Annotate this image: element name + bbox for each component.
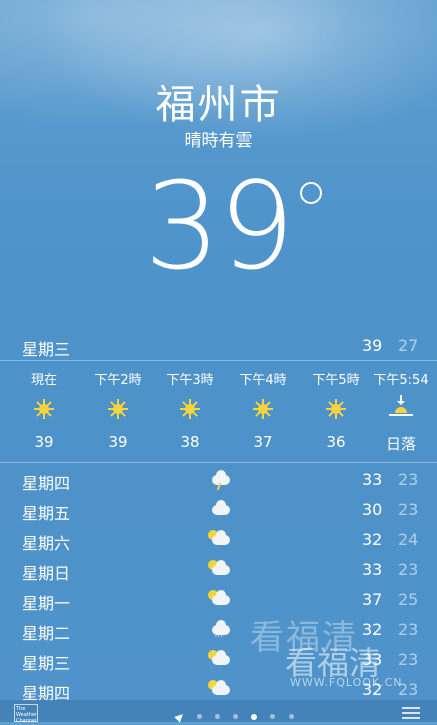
- forecast-day: 星期三: [22, 654, 71, 673]
- watermark-url: WWW.FQLOOK.CN: [290, 676, 403, 689]
- partly-cloudy-icon: [208, 558, 234, 580]
- page-dot[interactable]: [233, 714, 239, 719]
- hour-temperature: 39: [34, 433, 54, 451]
- hour-item: 下午4時 37: [227, 361, 299, 462]
- hour-item: 現在 39: [8, 361, 80, 462]
- list-item: 星期一 37 25: [0, 584, 437, 614]
- today-high: 39: [362, 336, 383, 355]
- forecast-high: 37: [362, 590, 383, 609]
- condition-text: 晴時有雲: [184, 131, 253, 151]
- hour-time: 下午4時: [239, 373, 287, 388]
- weather-channel-logo[interactable]: The Weather Channel: [14, 704, 38, 724]
- forecast-low: 23: [398, 620, 419, 639]
- hour-time: 下午5:54: [373, 373, 429, 388]
- list-item: 星期四 33 23: [0, 464, 437, 494]
- forecast-high: 33: [362, 470, 383, 489]
- forecast-high: 33: [362, 560, 383, 579]
- hour-time: 現在: [30, 373, 57, 388]
- hour-time: 下午5時: [312, 373, 360, 388]
- page-indicator[interactable]: [174, 706, 298, 723]
- forecast-high: 32: [362, 620, 383, 639]
- cloud-icon: [208, 498, 234, 520]
- forecast-day: 星期二: [22, 624, 71, 643]
- location-arrow-icon: [174, 710, 186, 723]
- temperature-value: 39: [144, 158, 295, 297]
- hour-temperature: 日落: [385, 435, 416, 453]
- list-item: 星期日 33 23: [0, 554, 437, 584]
- today-summary: 星期三 39 27: [0, 332, 437, 359]
- forecast-low: 24: [398, 530, 419, 549]
- degree-symbol: [300, 182, 322, 204]
- list-menu-icon[interactable]: [402, 704, 420, 719]
- page-dot[interactable]: [197, 714, 203, 719]
- hour-temperature: 38: [180, 433, 200, 451]
- today-day: 星期三: [22, 340, 71, 359]
- page-dot[interactable]: [215, 714, 221, 719]
- hour-time: 下午2時: [94, 373, 142, 388]
- list-item: 星期五 30 23: [0, 494, 437, 524]
- forecast-low: 23: [398, 650, 419, 669]
- thunderstorm-icon: [208, 468, 234, 490]
- forecast-high: 32: [362, 530, 383, 549]
- forecast-day: 星期日: [22, 564, 71, 583]
- today-low: 27: [398, 336, 419, 355]
- hour-temperature: 39: [108, 433, 128, 451]
- hour-item: 下午5時 36: [300, 361, 372, 462]
- forecast-low: 23: [398, 500, 419, 519]
- hour-time: 下午3時: [166, 373, 214, 388]
- forecast-day: 星期一: [22, 594, 71, 613]
- partly-cloudy-icon: [208, 648, 234, 670]
- hour-item: 下午5:54 日落: [365, 361, 437, 462]
- forecast-day: 星期五: [22, 504, 71, 523]
- hour-temperature: 36: [326, 433, 346, 451]
- hour-item: 下午2時 39: [82, 361, 154, 462]
- current-temperature: 39: [0, 168, 437, 288]
- page-dot-active[interactable]: [251, 713, 258, 720]
- partly-cloudy-icon: [208, 588, 234, 610]
- partly-cloudy-icon: [208, 678, 234, 700]
- sun-icon: [34, 399, 54, 419]
- page-dot[interactable]: [270, 714, 276, 719]
- forecast-high: 30: [362, 500, 383, 519]
- forecast-low: 23: [398, 470, 419, 489]
- hour-temperature: 37: [253, 433, 273, 451]
- hour-item: 下午3時 38: [154, 361, 226, 462]
- partly-cloudy-icon: [208, 528, 234, 550]
- forecast-low: 25: [398, 590, 419, 609]
- forecast-low: 23: [398, 560, 419, 579]
- hourly-forecast[interactable]: 現在 39 下午2時 39 下午3時 38 下午4時 37 下午5時 36 下午…: [0, 360, 437, 463]
- forecast-day: 星期四: [22, 474, 71, 493]
- sunset-icon: [389, 395, 413, 419]
- bottom-toolbar: The Weather Channel: [0, 700, 437, 724]
- city-name: 福州市: [155, 82, 282, 128]
- rain-icon: ''': [208, 618, 234, 642]
- page-dot[interactable]: [288, 714, 294, 719]
- sun-icon: [326, 399, 346, 419]
- sun-icon: [108, 399, 128, 419]
- sun-icon: [253, 399, 273, 419]
- list-item: 星期六 32 24: [0, 524, 437, 554]
- forecast-day: 星期六: [22, 534, 71, 553]
- sun-icon: [180, 399, 200, 419]
